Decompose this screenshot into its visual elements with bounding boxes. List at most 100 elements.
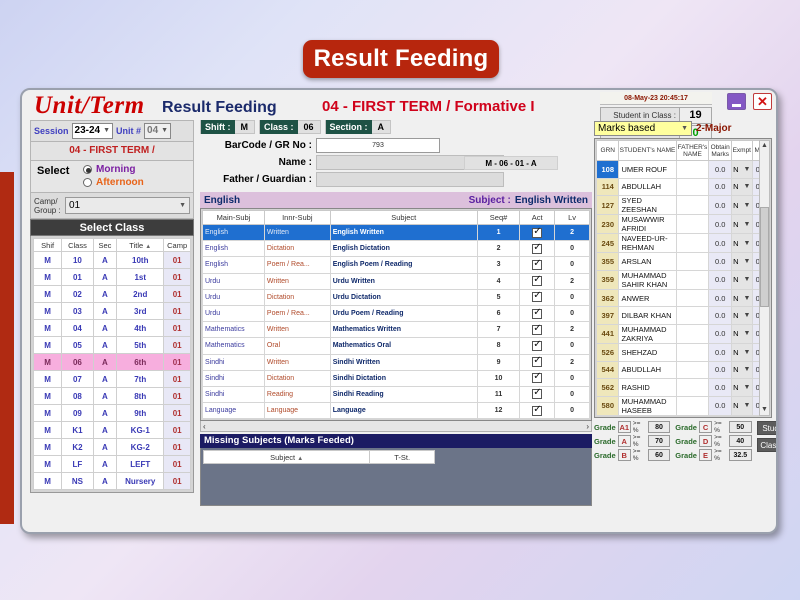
table-row[interactable]: MLFALEFT01 xyxy=(34,456,191,473)
cell-obtain-marks[interactable]: 0.0 xyxy=(709,215,731,234)
cell-exempt[interactable]: N▼ xyxy=(731,270,752,289)
cell-exempt[interactable]: N▼ xyxy=(731,253,752,271)
camp-select[interactable]: 01 ▼ xyxy=(65,197,190,214)
grade-code[interactable]: A xyxy=(618,435,631,447)
radio-afternoon[interactable]: Afternoon xyxy=(83,177,144,188)
cell-obtain-marks[interactable]: 0.0 xyxy=(709,379,731,397)
cell-act[interactable] xyxy=(520,257,555,273)
table-row[interactable]: M05A5th01 xyxy=(34,337,191,354)
cell-act[interactable] xyxy=(520,354,555,370)
table-row[interactable]: 230MUSAWWIR AFRIDI0.0N▼0.0 xyxy=(597,215,770,234)
cell-act[interactable] xyxy=(520,322,555,338)
cell-father-name[interactable] xyxy=(676,307,709,325)
table-row[interactable]: 359MUHAMMAD SAHIR KHAN0.0N▼0.0 xyxy=(597,270,770,289)
checkbox-checked-icon[interactable] xyxy=(532,276,542,286)
cell-exempt[interactable]: N▼ xyxy=(731,379,752,397)
grade-threshold-input[interactable]: 70 xyxy=(648,435,671,447)
table-row[interactable]: SindhiReadingSindhi Reading110 xyxy=(203,386,590,402)
cell-obtain-marks[interactable]: 0.0 xyxy=(709,270,731,289)
table-row[interactable]: M02A2nd01 xyxy=(34,286,191,303)
cell-exempt[interactable]: N▼ xyxy=(731,307,752,325)
table-row[interactable]: 397DILBAR KHAN0.0N▼0.0 xyxy=(597,307,770,325)
scrollbar-thumb[interactable] xyxy=(760,207,769,307)
cell-father-name[interactable] xyxy=(676,196,709,215)
checkbox-checked-icon[interactable] xyxy=(532,341,542,351)
table-row[interactable]: M04A4th01 xyxy=(34,320,191,337)
table-row[interactable]: MathematicsWrittenMathematics Written72 xyxy=(203,322,590,338)
table-row[interactable]: 362ANWER0.0N▼0.0 xyxy=(597,289,770,307)
cell-father-name[interactable] xyxy=(676,215,709,234)
cell-exempt[interactable]: N▼ xyxy=(731,361,752,379)
cell-exempt[interactable]: N▼ xyxy=(731,215,752,234)
table-row[interactable]: 441MUHAMMAD ZAKRIYA0.0N▼0.0 xyxy=(597,324,770,343)
cell-obtain-marks[interactable]: 0.0 xyxy=(709,361,731,379)
col-inner-subj[interactable]: Innr-Subj xyxy=(264,211,330,225)
cell-father-name[interactable] xyxy=(676,178,709,196)
table-row[interactable]: MK2AKG-201 xyxy=(34,439,191,456)
barcode-input[interactable]: 793 xyxy=(316,138,440,153)
cell-father-name[interactable] xyxy=(676,161,709,179)
table-row[interactable]: 108UMER ROUF0.0N▼0.0 xyxy=(597,161,770,179)
checkbox-checked-icon[interactable] xyxy=(532,309,542,319)
scroll-up-icon[interactable]: ▲ xyxy=(760,141,769,151)
table-row[interactable]: LanguageLanguageLanguage120 xyxy=(203,403,590,419)
cell-obtain-marks[interactable]: 0.0 xyxy=(709,324,731,343)
checkbox-checked-icon[interactable] xyxy=(532,373,542,383)
cell-father-name[interactable] xyxy=(676,361,709,379)
checkbox-checked-icon[interactable] xyxy=(532,325,542,335)
table-row[interactable]: SindhiDictationSindhi Dictation100 xyxy=(203,370,590,386)
table-row[interactable]: 245NAVEED-UR-REHMAN0.0N▼0.0 xyxy=(597,234,770,253)
table-row[interactable]: 580MUHAMMAD HASEEB0.0N▼0.0 xyxy=(597,396,770,415)
table-row[interactable]: EnglishDictationEnglish Dictation20 xyxy=(203,241,590,257)
table-row[interactable]: M06A6th01 xyxy=(34,354,191,371)
grade-code[interactable]: B xyxy=(618,449,631,461)
scroll-left-icon[interactable]: ‹ xyxy=(203,422,206,431)
checkbox-checked-icon[interactable] xyxy=(532,389,542,399)
cell-obtain-marks[interactable]: 0.0 xyxy=(709,178,731,196)
checkbox-checked-icon[interactable] xyxy=(532,292,542,302)
grade-code[interactable]: A1 xyxy=(618,421,631,433)
checkbox-checked-icon[interactable] xyxy=(532,260,542,270)
cell-obtain-marks[interactable]: 0.0 xyxy=(709,161,731,179)
grade-threshold-input[interactable]: 60 xyxy=(648,449,671,461)
class-summary-button[interactable]: Class Summary xyxy=(757,438,778,452)
col-sec[interactable]: Sec xyxy=(93,239,117,252)
table-row[interactable]: EnglishPoem / Rea...English Poem / Readi… xyxy=(203,257,590,273)
cell-act[interactable] xyxy=(520,305,555,321)
scroll-down-icon[interactable]: ▼ xyxy=(760,405,769,415)
scroll-right-icon[interactable]: › xyxy=(586,422,589,431)
marks-mode-select[interactable]: Marks based ▼ xyxy=(594,121,692,136)
cell-exempt[interactable]: N▼ xyxy=(731,161,752,179)
cell-act[interactable] xyxy=(520,386,555,402)
close-icon[interactable]: ✕ xyxy=(753,93,772,110)
checkbox-checked-icon[interactable] xyxy=(532,357,542,367)
cell-act[interactable] xyxy=(520,225,555,241)
table-row[interactable]: M10A10th01 xyxy=(34,252,191,269)
table-row[interactable]: SindhiWrittenSindhi Written92 xyxy=(203,354,590,370)
cell-act[interactable] xyxy=(520,273,555,289)
minimize-icon[interactable] xyxy=(727,93,746,110)
table-row[interactable]: UrduDictationUrdu Dictation50 xyxy=(203,289,590,305)
col-exempt[interactable]: Exmpt xyxy=(731,141,752,161)
table-row[interactable]: 526SHEHZAD0.0N▼0.0 xyxy=(597,343,770,361)
cell-obtain-marks[interactable]: 0.0 xyxy=(709,253,731,271)
col-student-name[interactable]: STUDENT's NAME xyxy=(619,141,676,161)
cell-exempt[interactable]: N▼ xyxy=(731,178,752,196)
cell-father-name[interactable] xyxy=(676,379,709,397)
col-camp[interactable]: Camp xyxy=(164,239,191,252)
col-miss-subject[interactable]: Subject ▲ xyxy=(204,451,370,464)
subject-hscrollbar[interactable]: ‹ › xyxy=(200,421,592,432)
student-vscrollbar[interactable]: ▲ ▼ xyxy=(759,140,770,416)
col-lv[interactable]: Lv xyxy=(555,211,590,225)
cell-exempt[interactable]: N▼ xyxy=(731,324,752,343)
cell-act[interactable] xyxy=(520,370,555,386)
col-obtain-marks[interactable]: Obtain Marks xyxy=(709,141,731,161)
cell-obtain-marks[interactable]: 0.0 xyxy=(709,307,731,325)
col-grn[interactable]: GRN xyxy=(597,141,619,161)
radio-morning[interactable]: Morning xyxy=(83,164,135,175)
session-select[interactable]: 23-24 ▼ xyxy=(72,123,114,139)
checkbox-checked-icon[interactable] xyxy=(532,406,542,416)
grade-code[interactable]: C xyxy=(699,421,712,433)
col-father-name[interactable]: FATHER's NAME xyxy=(676,141,709,161)
cell-act[interactable] xyxy=(520,338,555,354)
